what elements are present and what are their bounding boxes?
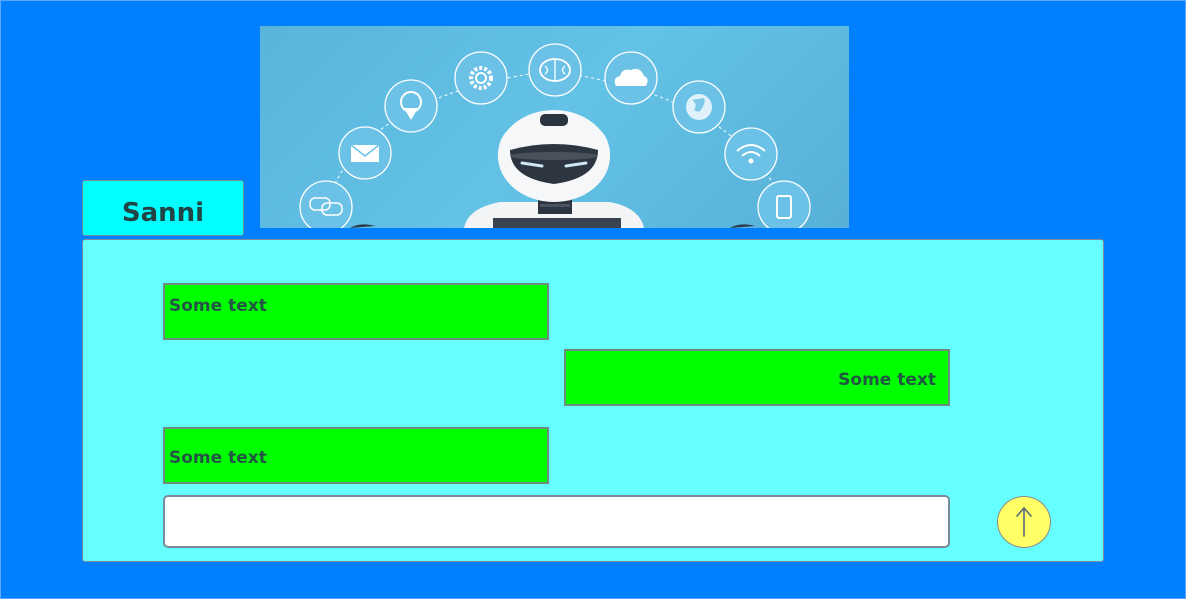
brain-icon <box>528 43 582 97</box>
location-pin-icon <box>384 79 438 133</box>
bot-name-tab: Sanni <box>82 180 244 236</box>
cloud-icon <box>604 51 658 105</box>
gear-icon <box>454 51 508 105</box>
chat-message: Some text <box>564 349 950 406</box>
up-arrow-icon <box>1016 506 1032 537</box>
chat-panel: Some text Some text Some text <box>82 239 1104 562</box>
chat-message: Some text <box>163 283 549 340</box>
bot-name-label: Sanni <box>121 198 205 228</box>
chatbot-banner-image <box>260 26 849 228</box>
send-button[interactable] <box>997 496 1051 548</box>
chat-message: Some text <box>163 427 549 484</box>
globe-icon <box>672 80 726 134</box>
wifi-icon <box>724 127 778 181</box>
envelope-icon <box>338 126 392 180</box>
smartphone-icon <box>757 180 811 228</box>
message-input[interactable] <box>163 495 950 548</box>
chat-bubbles-icon <box>299 180 353 228</box>
